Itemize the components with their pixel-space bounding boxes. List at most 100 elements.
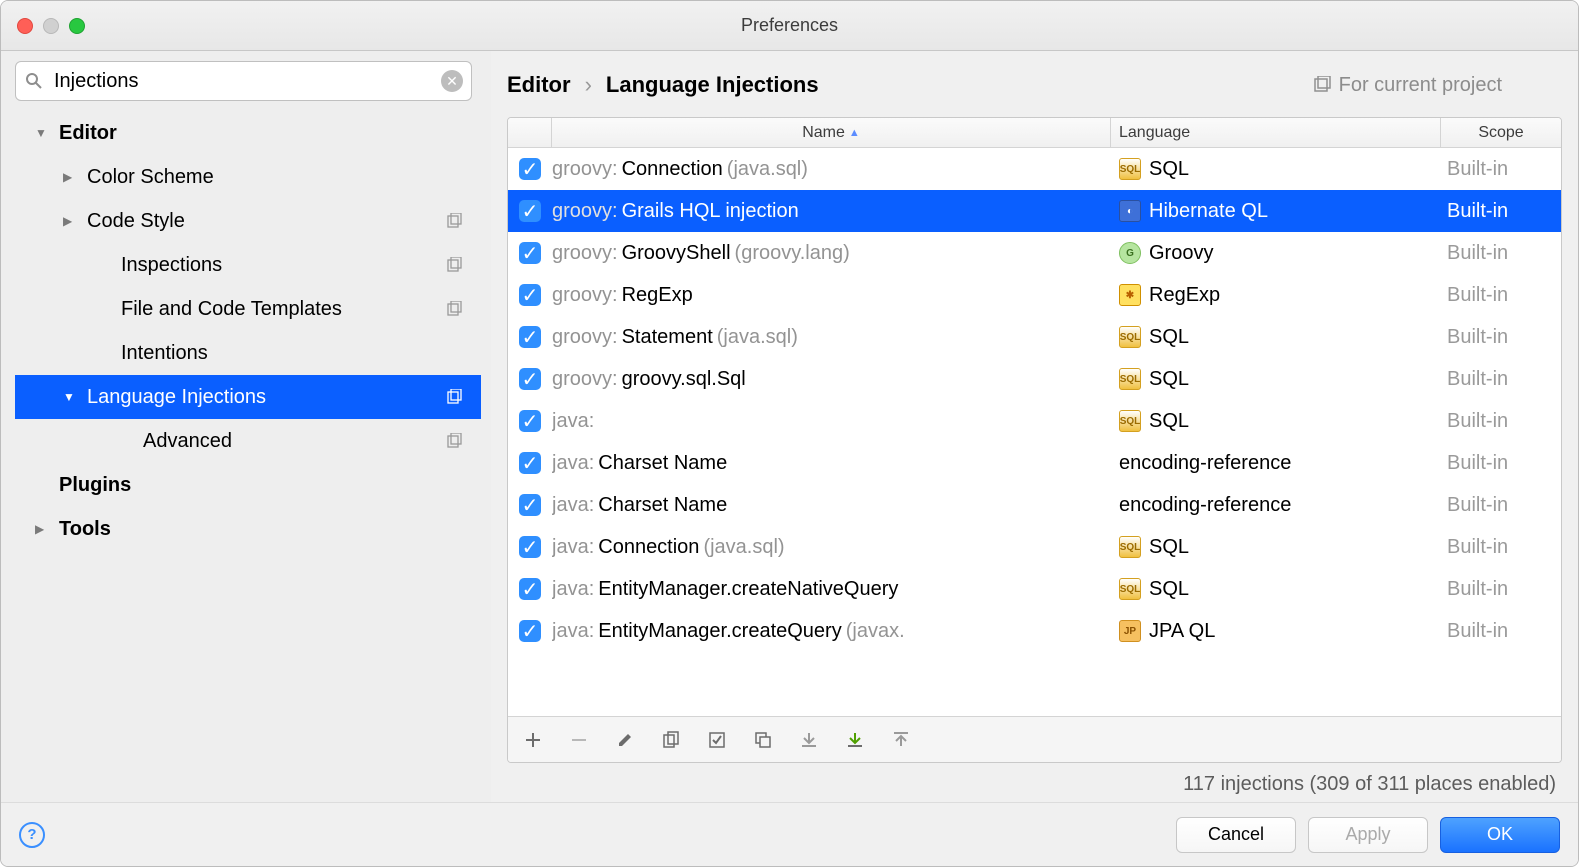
sidebar-item-intentions[interactable]: Intentions [15,331,481,375]
copy-button[interactable] [660,729,682,751]
window-controls [17,18,85,34]
sidebar-item-tools[interactable]: ▶Tools [15,507,481,551]
ok-button[interactable]: OK [1440,817,1560,853]
scope-cell: Built-in [1441,620,1561,643]
enabled-checkbox[interactable]: ✓ [508,494,552,516]
sidebar-item-label: Color Scheme [87,166,481,189]
table-toolbar [508,716,1561,762]
sidebar: ✕ ▼Editor▶Color Scheme▶Code Style Inspect… [1,51,491,802]
search-wrap: ✕ [15,61,481,101]
table-row[interactable]: ✓java: Connection (java.sql)SQLSQLBuilt-… [508,526,1561,568]
project-scope-icon [447,433,463,449]
enabled-checkbox[interactable]: ✓ [508,326,552,348]
enabled-checkbox[interactable]: ✓ [508,284,552,306]
breadcrumb: Editor › Language Injections For current… [507,63,1562,107]
zoom-icon[interactable] [69,18,85,34]
minimize-icon[interactable] [43,18,59,34]
scope-cell: Built-in [1441,578,1561,601]
sidebar-item-label: Inspections [121,254,481,277]
table-row[interactable]: ✓java: EntityManager.createNativeQuerySQ… [508,568,1561,610]
language-cell: SQLSQL [1111,578,1441,601]
footer: ? Cancel Apply OK [1,802,1578,866]
table-row[interactable]: ✓groovy: GroovyShell (groovy.lang)GGroov… [508,232,1561,274]
sidebar-item-label: Code Style [87,210,481,233]
sql-icon: SQL [1119,368,1141,390]
language-cell: GGroovy [1111,242,1441,265]
download-button[interactable] [844,729,866,751]
help-button[interactable]: ? [19,822,45,848]
sidebar-item-plugins[interactable]: Plugins [15,463,481,507]
sidebar-item-label: Plugins [59,474,481,497]
import-button[interactable] [798,729,820,751]
enabled-checkbox[interactable]: ✓ [508,620,552,642]
sidebar-item-label: Tools [59,518,481,541]
injection-name: java: EntityManager.createQuery (javax. [552,620,1111,643]
main-panel: Editor › Language Injections For current… [491,51,1578,802]
search-input[interactable] [15,61,472,101]
table-row[interactable]: ✓groovy: Statement (java.sql)SQLSQLBuilt… [508,316,1561,358]
injection-name: java: Charset Name [552,494,1111,517]
table-row[interactable]: ✓groovy: Grails HQL injection◐Hibernate … [508,190,1561,232]
duplicate-button[interactable] [752,729,774,751]
table-row[interactable]: ✓java:SQLSQLBuilt-in [508,400,1561,442]
breadcrumb-leaf: Language Injections [606,72,819,98]
table-row[interactable]: ✓groovy: groovy.sql.SqlSQLSQLBuilt-in [508,358,1561,400]
sidebar-item-language-injections[interactable]: ▼Language Injections [15,375,481,419]
enabled-checkbox[interactable]: ✓ [508,242,552,264]
remove-button[interactable] [568,729,590,751]
enabled-checkbox[interactable]: ✓ [508,452,552,474]
scope-cell: Built-in [1441,242,1561,265]
injection-name: java: Connection (java.sql) [552,536,1111,559]
table-row[interactable]: ✓groovy: Connection (java.sql)SQLSQLBuil… [508,148,1561,190]
sql-icon: SQL [1119,410,1141,432]
enabled-checkbox[interactable]: ✓ [508,200,552,222]
cancel-button[interactable]: Cancel [1176,817,1296,853]
sidebar-item-editor[interactable]: ▼Editor [15,111,481,155]
sidebar-item-file-and-code-templates[interactable]: File and Code Templates [15,287,481,331]
enable-button[interactable] [706,729,728,751]
table-body: ✓groovy: Connection (java.sql)SQLSQLBuil… [508,148,1561,716]
sidebar-item-code-style[interactable]: ▶Code Style [15,199,481,243]
scope-cell: Built-in [1441,536,1561,559]
preferences-window: Preferences ✕ ▼Editor▶Color Scheme▶Code … [0,0,1579,867]
enabled-checkbox[interactable]: ✓ [508,158,552,180]
injection-name: groovy: groovy.sql.Sql [552,368,1111,391]
sidebar-item-inspections[interactable]: Inspections [15,243,481,287]
regex-icon: ✱ [1119,284,1141,306]
sql-icon: SQL [1119,326,1141,348]
sidebar-item-color-scheme[interactable]: ▶Color Scheme [15,155,481,199]
titlebar: Preferences [1,1,1578,51]
col-scope[interactable]: Scope [1441,118,1561,147]
search-icon [25,72,43,90]
close-icon[interactable] [17,18,33,34]
scope-label: For current project [1339,74,1502,97]
export-button[interactable] [890,729,912,751]
apply-button[interactable]: Apply [1308,817,1428,853]
breadcrumb-root[interactable]: Editor [507,72,571,98]
table-row[interactable]: ✓java: EntityManager.createQuery (javax.… [508,610,1561,652]
groovy-icon: G [1119,242,1141,264]
enabled-checkbox[interactable]: ✓ [508,536,552,558]
table-row[interactable]: ✓groovy: RegExp✱RegExpBuilt-in [508,274,1561,316]
language-cell: JPJPA QL [1111,620,1441,643]
table-row[interactable]: ✓java: Charset Nameencoding-referenceBui… [508,484,1561,526]
enabled-checkbox[interactable]: ✓ [508,578,552,600]
language-cell: encoding-reference [1111,452,1441,475]
enabled-checkbox[interactable]: ✓ [508,410,552,432]
clear-search-icon[interactable]: ✕ [441,70,463,92]
scope-indicator: For current project [1313,74,1502,97]
sql-icon: SQL [1119,578,1141,600]
table-row[interactable]: ✓java: Charset Nameencoding-referenceBui… [508,442,1561,484]
sidebar-item-advanced[interactable]: Advanced [15,419,481,463]
col-enabled[interactable] [508,118,552,147]
disclosure-icon: ▼ [35,126,53,140]
add-button[interactable] [522,729,544,751]
edit-button[interactable] [614,729,636,751]
language-cell: encoding-reference [1111,494,1441,517]
project-scope-icon [447,257,463,273]
injection-name: groovy: GroovyShell (groovy.lang) [552,242,1111,265]
sort-asc-icon: ▲ [849,127,860,139]
col-name[interactable]: Name▲ [552,118,1111,147]
enabled-checkbox[interactable]: ✓ [508,368,552,390]
col-language[interactable]: Language [1111,118,1441,147]
